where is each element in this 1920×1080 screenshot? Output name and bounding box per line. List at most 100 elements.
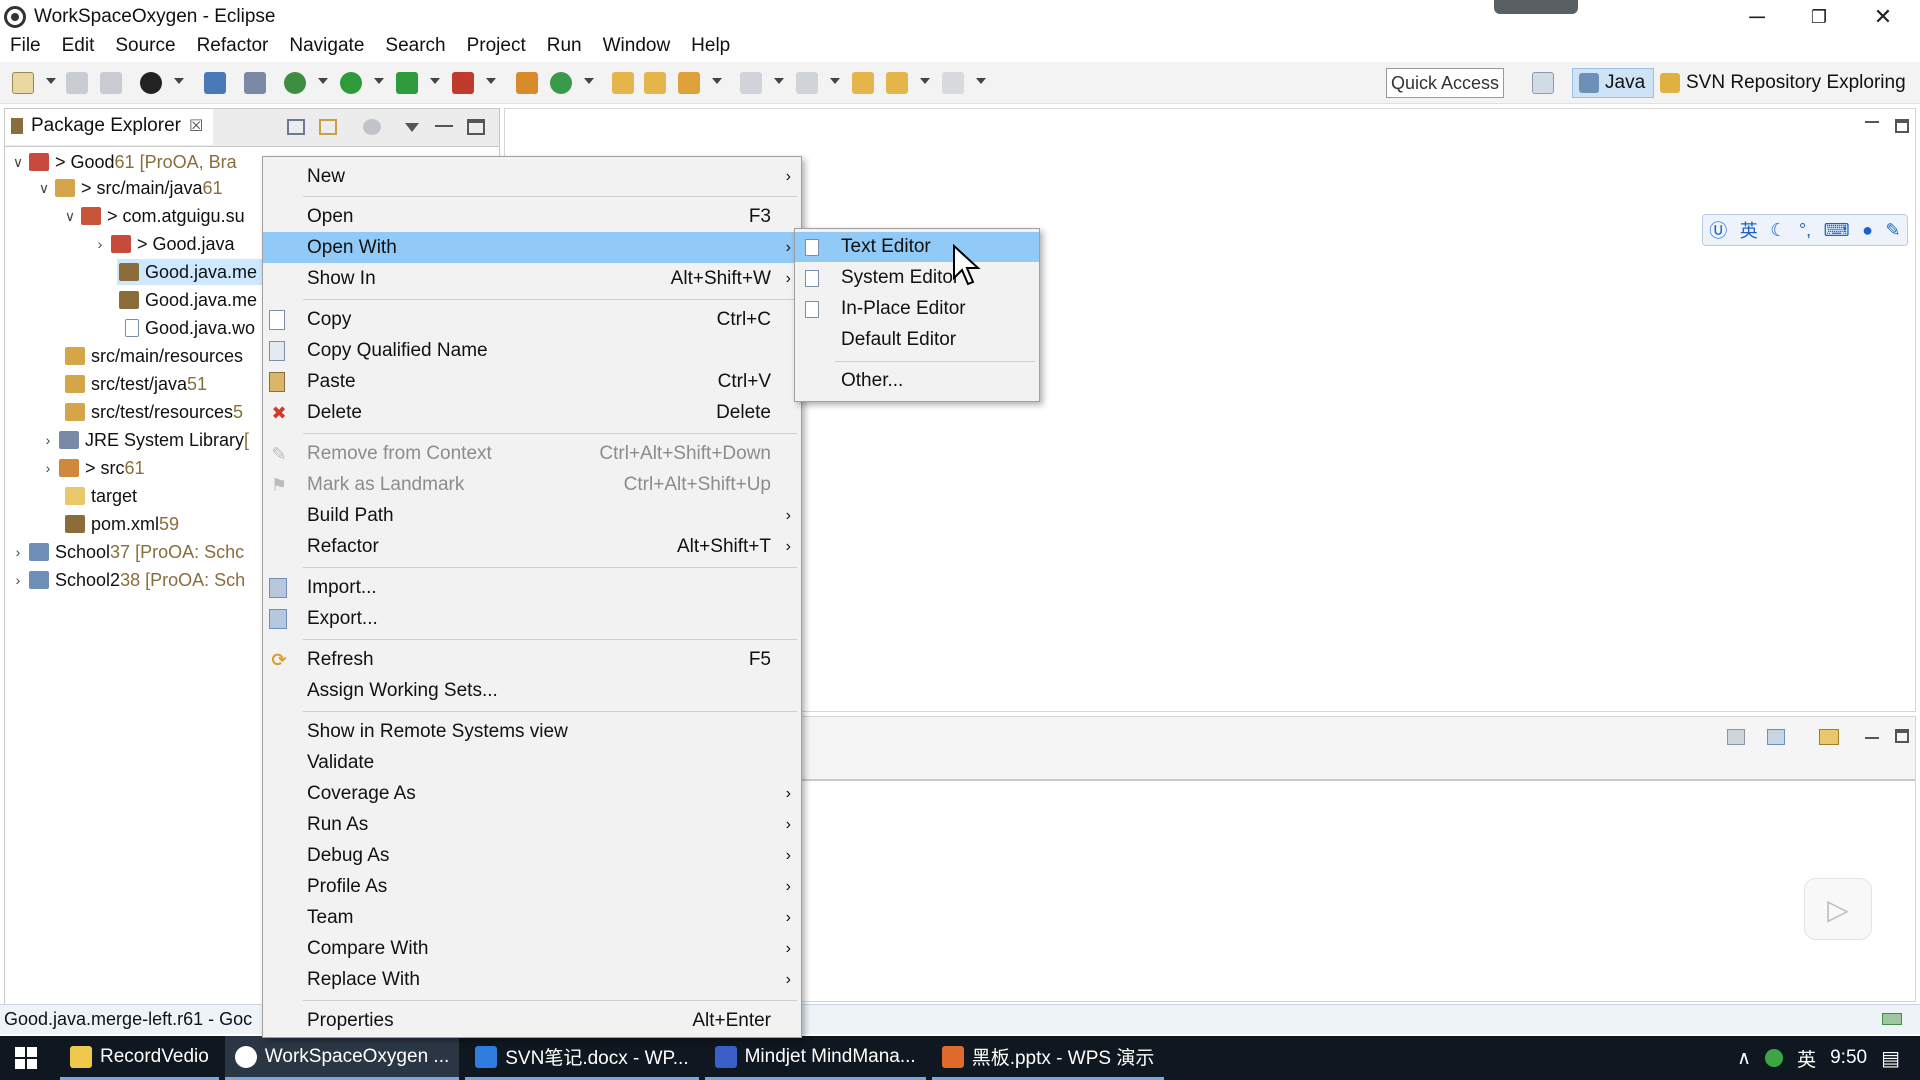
menu-refactor[interactable]: Refactor [197,35,269,57]
tree-item-merge-right[interactable]: Good.java.me [117,287,257,313]
prev-annotation-icon[interactable] [796,72,818,94]
submenu-item-text-editor[interactable]: Text Editor [795,232,1039,262]
menu-item-profile-as[interactable]: Profile As › [263,871,801,902]
minimize-button[interactable]: ─ [1726,0,1788,34]
focus-task-icon[interactable] [363,119,381,135]
menu-item-debug-as[interactable]: Debug As › [263,840,801,871]
menu-item-show-in[interactable]: Show In Alt+Shift+W › [263,263,801,294]
maximize-editor-icon[interactable] [1895,119,1909,133]
menu-item-new[interactable]: New › [263,161,801,192]
tree-item-src-main-java[interactable]: ∨ > src/main/java 61 [37,175,223,201]
tree-item-school[interactable]: › School 37 [ProOA: Schc [11,539,244,565]
menu-item-remove-from-context[interactable]: ✎ Remove from Context Ctrl+Alt+Shift+Dow… [263,438,801,469]
taskbar-item-wps-writer[interactable]: SVN笔记.docx - WP... [465,1036,699,1080]
maximize-panel-icon[interactable] [1895,729,1909,743]
back-dropdown-icon[interactable] [920,78,930,84]
taskbar-item-eclipse[interactable]: WorkSpaceOxygen ... [224,1036,460,1080]
external-tools-icon[interactable] [452,72,474,94]
video-play-icon[interactable]: ▷ [1804,878,1872,940]
tree-item-good-java[interactable]: › > Good.java [93,231,235,257]
taskbar-item-mindjet[interactable]: Mindjet MindMana... [704,1036,926,1080]
minimize-view-icon[interactable] [435,125,453,127]
profile-icon[interactable] [140,72,162,94]
quick-access-field[interactable]: Quick Access [1386,68,1504,98]
menu-item-refresh[interactable]: ⟳ Refresh F5 [263,644,801,675]
tree-item-pom[interactable]: pom.xml 59 [61,511,179,537]
forward-dropdown-icon[interactable] [976,78,986,84]
tree-item-src[interactable]: › > src 61 [41,455,145,481]
forward-icon[interactable] [942,72,964,94]
menu-item-refactor[interactable]: Refactor Alt+Shift+T › [263,531,801,562]
close-button[interactable]: ✕ [1852,0,1914,34]
menu-item-team[interactable]: Team › [263,902,801,933]
tray-language[interactable]: 英 [1797,1045,1816,1072]
menu-item-copy-qualified-name[interactable]: Copy Qualified Name [263,335,801,366]
menu-item-coverage-as[interactable]: Coverage As › [263,778,801,809]
menu-item-paste[interactable]: Paste Ctrl+V [263,366,801,397]
menu-item-export[interactable]: Export... [263,603,801,634]
menu-item-properties[interactable]: Properties Alt+Enter [263,1005,801,1036]
menu-item-build-path[interactable]: Build Path › [263,500,801,531]
new-class-icon[interactable] [550,72,572,94]
prev-annotation-dropdown-icon[interactable] [830,78,840,84]
tree-item-src-test-java[interactable]: src/test/java 51 [61,371,207,397]
new-wizard-icon[interactable] [12,72,34,94]
pin-console-icon[interactable] [1727,729,1745,745]
ime-lang[interactable]: 英 [1740,217,1758,243]
ime-toolbar[interactable]: Ⓤ 英 ☾ °, ⌨ ● ✎ [1702,214,1908,246]
open-perspective-icon[interactable] [1532,72,1554,94]
profile-dropdown-icon[interactable] [174,78,184,84]
next-annotation-dropdown-icon[interactable] [774,78,784,84]
menu-window[interactable]: Window [603,35,671,57]
ime-user-icon[interactable]: ● [1862,220,1873,241]
tree-item-src-test-resources[interactable]: src/test/resources 5 [61,399,243,425]
new-package-icon[interactable] [516,72,538,94]
open-task-icon[interactable] [644,72,666,94]
submenu-item-other[interactable]: Other... [795,366,1039,396]
tray-app-icon[interactable] [1765,1049,1784,1067]
tree-item-school2[interactable]: › School2 38 [ProOA: Sch [11,567,245,593]
external-tools-dropdown-icon[interactable] [486,78,496,84]
new-dropdown-icon[interactable] [46,78,56,84]
expand-icon[interactable]: ∨ [63,208,77,225]
tree-item-package[interactable]: ∨ > com.atguigu.su [63,203,245,229]
menu-item-copy[interactable]: Copy Ctrl+C [263,304,801,335]
menu-item-assign-working-sets[interactable]: Assign Working Sets... [263,675,801,706]
ime-punct-icon[interactable]: °, [1799,220,1811,241]
menu-project[interactable]: Project [467,35,526,57]
display-console-icon[interactable] [1767,729,1785,745]
collapse-all-icon[interactable] [287,119,305,135]
menu-item-open[interactable]: Open F3 [263,201,801,232]
expand-icon[interactable]: › [41,432,55,448]
menu-help[interactable]: Help [691,35,730,57]
menu-item-replace-with[interactable]: Replace With › [263,964,801,995]
search-dropdown-icon[interactable] [712,78,722,84]
restore-button[interactable]: ❐ [1788,0,1850,34]
expand-icon[interactable]: ∨ [11,154,25,171]
tree-item-target[interactable]: target [61,483,137,509]
close-view-icon[interactable]: ☒ [189,116,203,136]
menu-item-mark-as-landmark[interactable]: ⚑ Mark as Landmark Ctrl+Alt+Shift+Up [263,469,801,500]
new-class-dropdown-icon[interactable] [584,78,594,84]
save-icon[interactable] [66,72,88,94]
skip-breakpoints-icon[interactable] [244,72,266,94]
next-annotation-icon[interactable] [740,72,762,94]
link-editor-icon[interactable] [319,119,337,135]
menu-item-open-with[interactable]: Open With › [263,232,801,263]
taskbar-item-wps-presentation[interactable]: 黑板.pptx - WPS 演示 [931,1036,1165,1080]
expand-icon[interactable]: ∨ [37,180,51,197]
perspective-java[interactable]: Java [1572,68,1654,98]
expand-icon[interactable]: › [93,236,107,252]
run-dropdown-icon[interactable] [374,78,384,84]
submenu-item-system-editor[interactable]: System Editor [795,263,1039,293]
search-icon[interactable] [678,72,700,94]
menu-navigate[interactable]: Navigate [289,35,364,57]
submenu-item-default-editor[interactable]: Default Editor [795,325,1039,355]
menu-item-validate[interactable]: Validate [263,747,801,778]
notification-icon[interactable]: ▤ [1881,1046,1900,1071]
submenu-item-in-place-editor[interactable]: In-Place Editor [795,294,1039,324]
open-console-icon[interactable] [1819,729,1839,745]
package-explorer-tab[interactable]: Package Explorer ☒ [5,109,213,145]
save-all-icon[interactable] [100,72,122,94]
debug-dropdown-icon[interactable] [318,78,328,84]
